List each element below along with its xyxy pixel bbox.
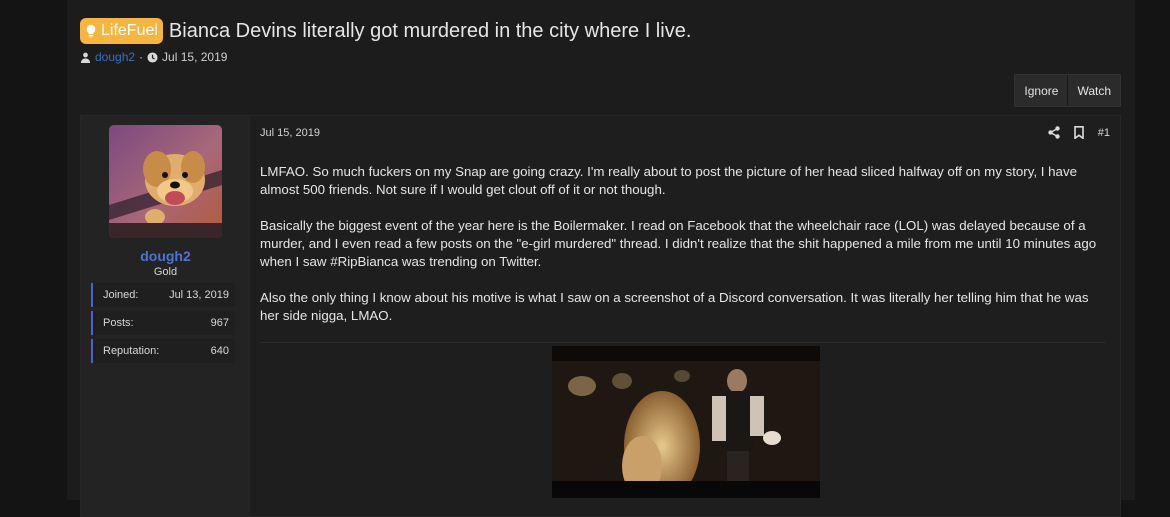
avatar[interactable] xyxy=(109,125,222,238)
stat-label: Posts: xyxy=(103,317,134,329)
stat-reputation: Reputation: 640 xyxy=(91,339,235,363)
post-paragraph: LMFAO. So much fuckers on my Snap are go… xyxy=(260,164,1077,197)
thread-author-link[interactable]: dough2 xyxy=(95,50,135,64)
title-row: LifeFuel Bianca Devins literally got mur… xyxy=(80,16,1122,46)
post-paragraph: Basically the biggest event of the year … xyxy=(260,218,1097,269)
embedded-image[interactable] xyxy=(552,346,820,498)
meta-separator: · xyxy=(139,50,144,64)
share-icon[interactable] xyxy=(1048,126,1060,139)
stat-value: 640 xyxy=(210,345,229,357)
thread-title: Bianca Devins literally got murdered in … xyxy=(168,19,692,42)
post-date[interactable]: Jul 15, 2019 xyxy=(260,127,320,139)
thread-meta: dough2 · Jul 15, 2019 xyxy=(80,50,1122,64)
post-username[interactable]: dough2 xyxy=(81,248,250,264)
thread-header: LifeFuel Bianca Devins literally got mur… xyxy=(80,16,1122,64)
post-number-link[interactable]: #1 xyxy=(1098,127,1110,139)
page-container: LifeFuel Bianca Devins literally got mur… xyxy=(67,0,1135,517)
stat-joined: Joined: Jul 13, 2019 xyxy=(91,283,235,307)
stat-posts: Posts: 967 xyxy=(91,311,235,335)
lightbulb-icon xyxy=(86,24,96,38)
ignore-button[interactable]: Ignore xyxy=(1015,75,1067,106)
thread-date[interactable]: Jul 15, 2019 xyxy=(162,50,227,64)
prefix-label: LifeFuel xyxy=(101,22,158,39)
stat-label: Joined: xyxy=(103,289,139,301)
stat-value: Jul 13, 2019 xyxy=(169,289,229,301)
post-actions: #1 xyxy=(1048,126,1110,139)
post-header: Jul 15, 2019 #1 xyxy=(260,126,1110,142)
user-stats: Joined: Jul 13, 2019 Posts: 967 Reputati… xyxy=(91,283,235,367)
post-main-cell: Jul 15, 2019 #1 LMFAO. So much fuckers o… xyxy=(250,116,1120,516)
user-icon xyxy=(80,52,91,63)
stat-label: Reputation: xyxy=(103,345,160,357)
post-divider xyxy=(260,342,1106,343)
video-still-image xyxy=(552,346,820,498)
clock-icon xyxy=(147,51,158,63)
user-title: Gold xyxy=(153,266,178,278)
post-paragraph: Also the only thing I know about his mot… xyxy=(260,290,1089,323)
stat-value[interactable]: 967 xyxy=(211,317,229,329)
watch-button[interactable]: Watch xyxy=(1067,75,1120,106)
thread-actions: Ignore Watch xyxy=(1014,74,1121,107)
post-user-cell: dough2 Gold Joined: Jul 13, 2019 Posts: … xyxy=(81,116,250,516)
dog-avatar-image xyxy=(109,125,222,238)
post: dough2 Gold Joined: Jul 13, 2019 Posts: … xyxy=(80,115,1121,517)
bookmark-icon[interactable] xyxy=(1073,126,1085,139)
post-body: LMFAO. So much fuckers on my Snap are go… xyxy=(260,163,1106,343)
thread-prefix-badge[interactable]: LifeFuel xyxy=(80,18,163,44)
